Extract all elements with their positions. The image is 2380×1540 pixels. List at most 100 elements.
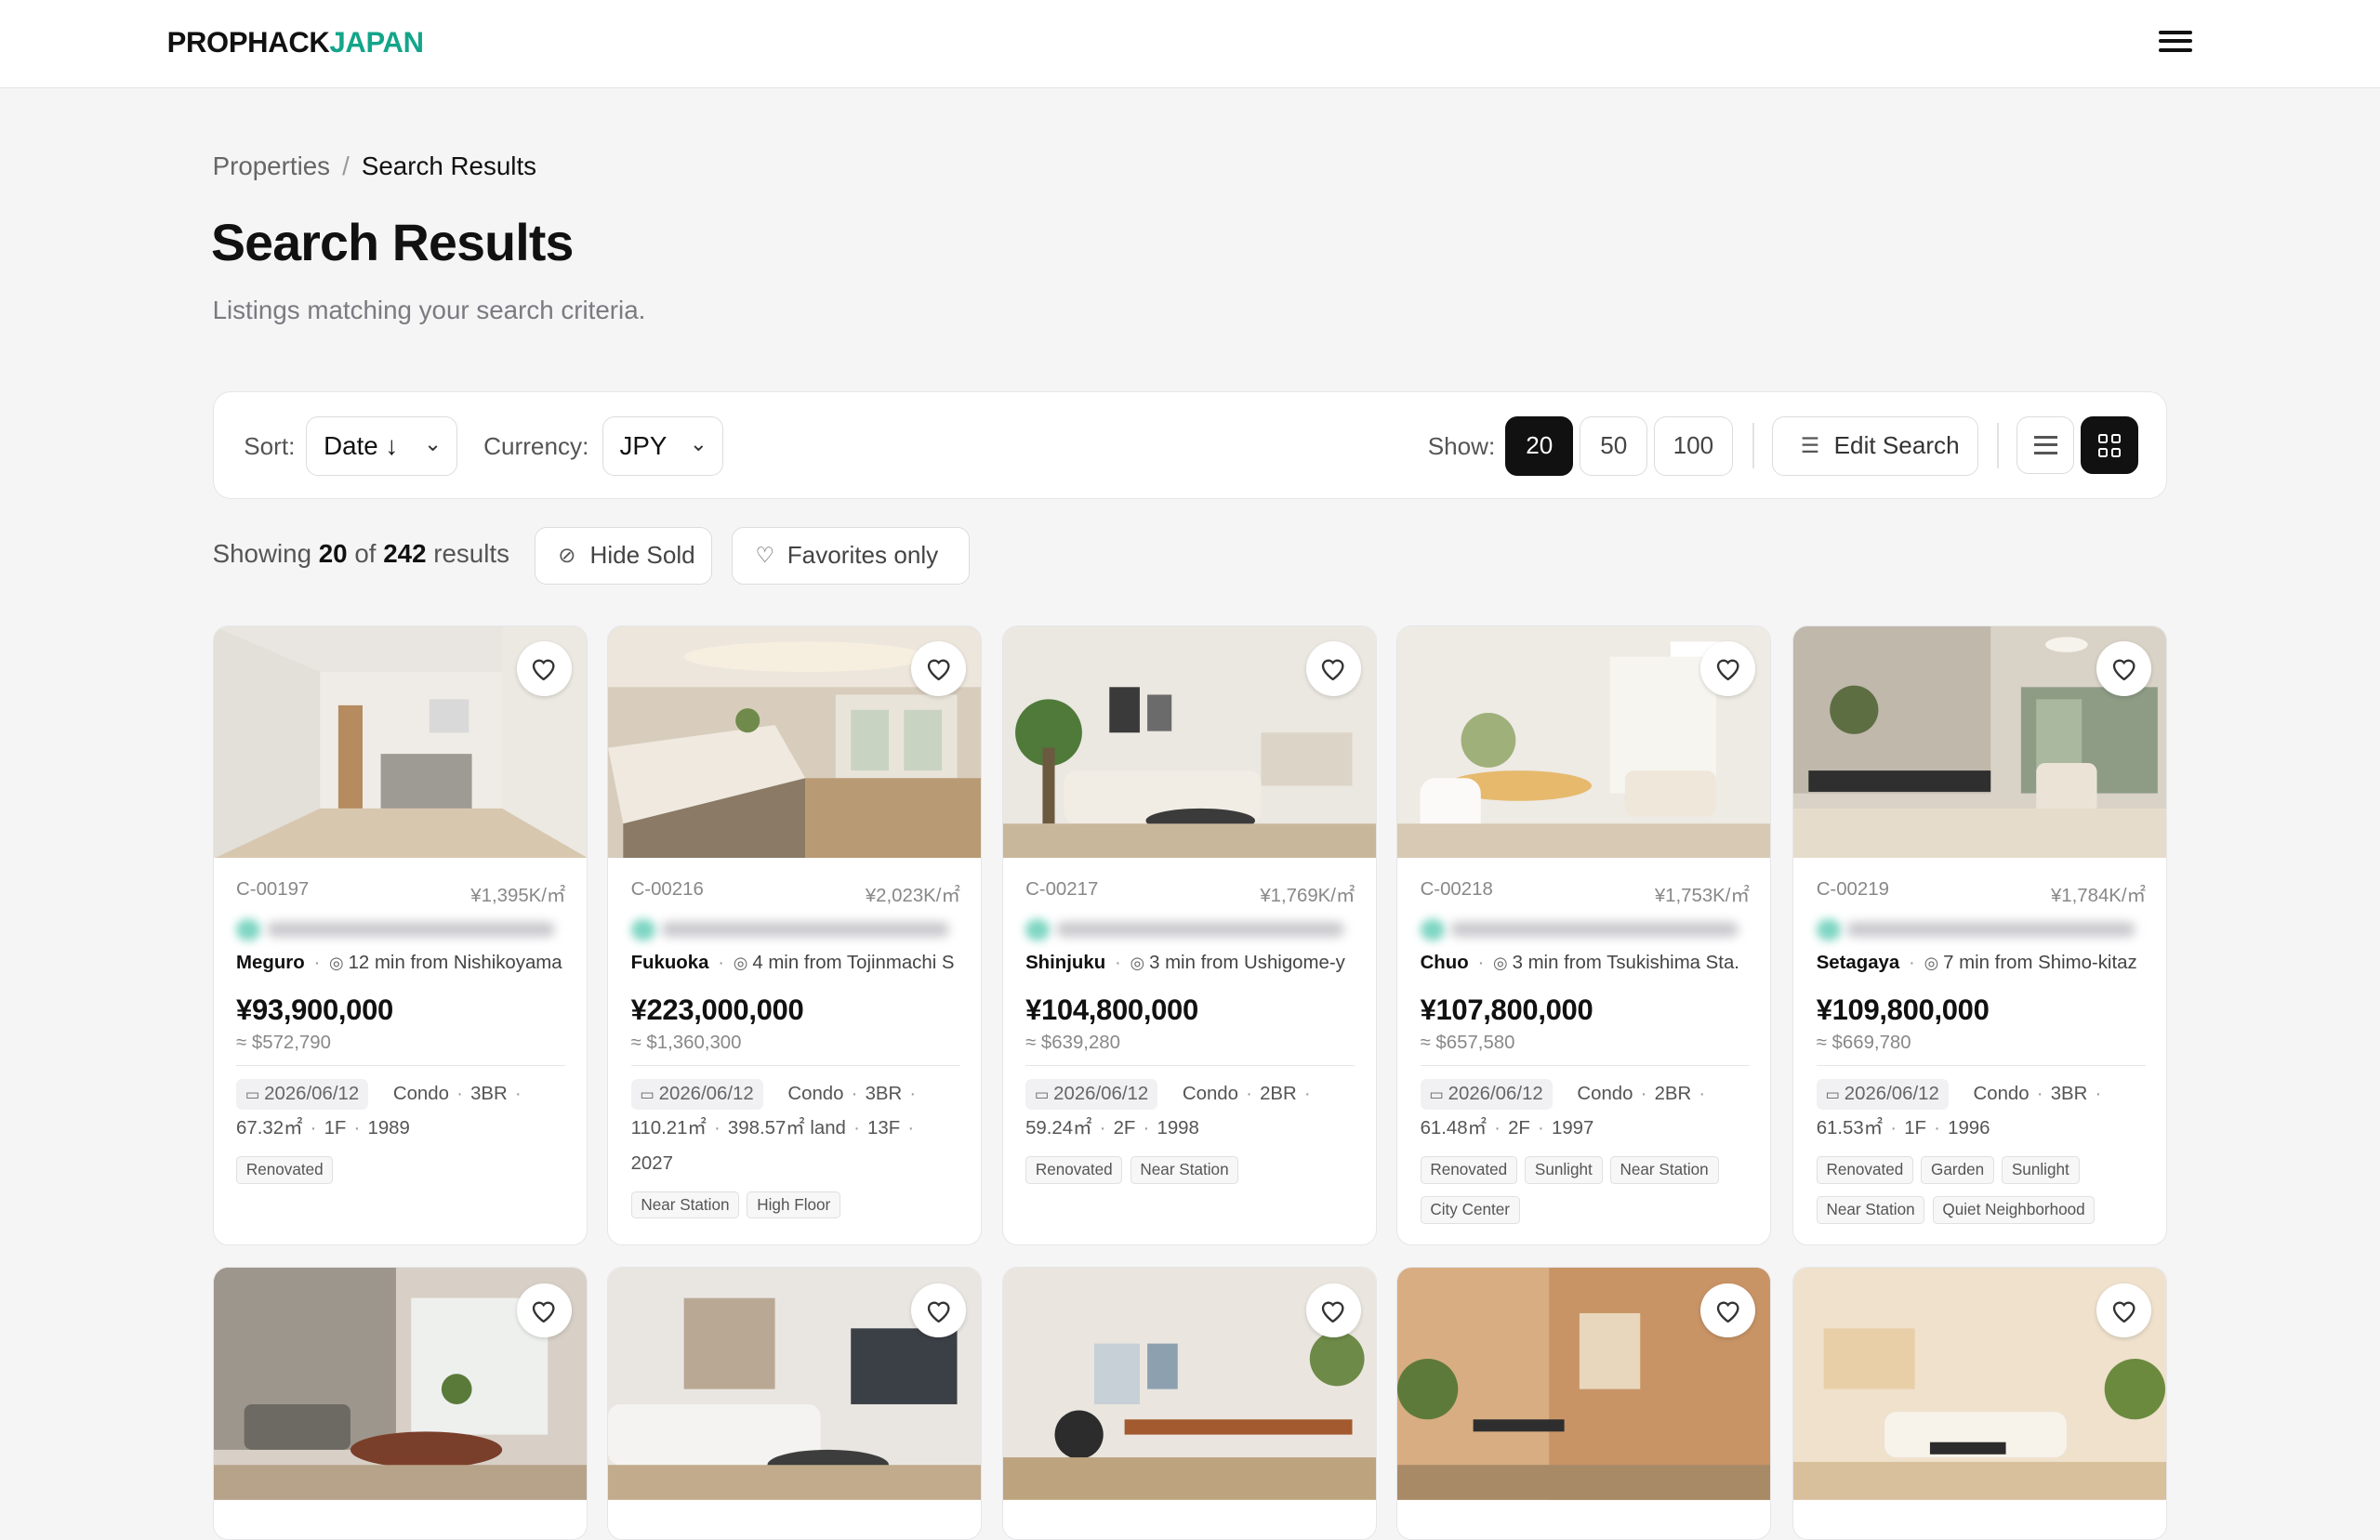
listing-title-blurred <box>236 915 565 942</box>
favorite-heart-icon[interactable] <box>2096 1283 2152 1338</box>
grid-view-button[interactable] <box>2080 416 2138 475</box>
listing-title-blurred <box>630 915 960 942</box>
show-50-button[interactable]: 50 <box>1579 416 1648 477</box>
listing-photo <box>1397 625 1771 859</box>
sort-label: Sort: <box>244 431 296 460</box>
listing-type: Condo <box>1182 1083 1238 1104</box>
calendar-icon: ▭ <box>1034 1086 1050 1103</box>
listing-size: 59.24㎡ <box>1025 1118 1092 1139</box>
listing-card[interactable] <box>1792 1267 2168 1540</box>
location-pin-icon: ◎ <box>329 953 344 972</box>
listing-card[interactable]: C-00216 ¥2,023K/㎡ Fukuoka · ◎ 4 min from Toj… <box>607 625 983 1246</box>
listing-access: 3 min from Ushigome-y <box>1149 952 1345 973</box>
listing-area: Setagaya <box>1816 952 1900 973</box>
results-count: Showing 20 of 242 results <box>213 539 509 569</box>
listing-tag: Near Station <box>1609 1156 1719 1184</box>
breadcrumb-link-properties[interactable]: Properties <box>213 151 330 180</box>
listing-title-blurred <box>1420 915 1750 942</box>
brand-logo[interactable]: PROPHACKJAPAN <box>167 26 424 59</box>
favorite-heart-icon[interactable] <box>516 640 572 696</box>
location-pin-icon: ◎ <box>1924 953 1939 972</box>
favorite-heart-icon[interactable] <box>2096 640 2152 696</box>
listing-body: C-00216 ¥2,023K/㎡ Fukuoka · ◎ 4 min from Toj… <box>630 879 960 1228</box>
favorite-heart-icon[interactable] <box>1700 640 1756 696</box>
grid-icon <box>2097 434 2122 458</box>
listing-date: 2026/06/12 <box>264 1083 360 1104</box>
results-of: of <box>354 538 377 568</box>
listing-access: 7 min from Shimo-kitaz <box>1943 952 2137 973</box>
listing-date: 2026/06/12 <box>658 1083 754 1104</box>
favorite-heart-icon[interactable] <box>911 640 967 696</box>
favorite-heart-icon[interactable] <box>1305 1283 1361 1338</box>
listing-date: 2026/06/12 <box>1844 1083 1939 1104</box>
listing-rooms: 3BR <box>2050 1083 2088 1104</box>
listing-floor: 1F <box>324 1118 347 1139</box>
listing-card[interactable]: C-00218 ¥1,753K/㎡ Chuo · ◎ 3 min from Tsukis… <box>1396 625 1772 1246</box>
hamburger-menu-icon[interactable] <box>2155 26 2194 62</box>
edit-search-button[interactable]: ☰ Edit Search <box>1772 416 1979 477</box>
listing-tag: High Floor <box>747 1191 841 1219</box>
listing-title-blurred <box>1025 915 1355 942</box>
listing-card[interactable]: C-00197 ¥1,395K/㎡ Meguro · ◎ 12 min from Nis… <box>212 625 588 1246</box>
sort-select[interactable]: Date ↓ ⌄ <box>306 416 458 477</box>
listing-code: C-00197 <box>236 879 310 901</box>
favorite-heart-icon[interactable] <box>1305 640 1361 696</box>
listing-date: 2026/06/12 <box>1448 1083 1543 1104</box>
favorite-heart-icon[interactable] <box>516 1283 572 1338</box>
favorite-heart-icon[interactable] <box>911 1283 967 1338</box>
results-shown-count: 20 <box>318 538 348 568</box>
listing-body: C-00218 ¥1,753K/㎡ Chuo · ◎ 3 min from Tsukis… <box>1420 879 1750 1232</box>
listing-card[interactable]: C-00217 ¥1,769K/㎡ Shinjuku · ◎ 3 min from Us… <box>1001 625 1377 1246</box>
show-label: Show: <box>1427 431 1496 460</box>
listing-access: 3 min from Tsukishima Sta. <box>1512 952 1739 973</box>
listing-tag: Near Station <box>1130 1156 1239 1184</box>
listing-meta: ▭ 2026/06/12 Condo · 3BR · 61.53㎡ · 1F · 1996 <box>1816 1077 2146 1147</box>
show-20-button[interactable]: 20 <box>1504 416 1574 477</box>
favorite-heart-icon[interactable] <box>1700 1283 1756 1338</box>
breadcrumb-current: Search Results <box>361 151 537 181</box>
page-title: Search Results <box>210 213 574 271</box>
listing-type: Condo <box>1973 1083 2030 1104</box>
brand-part-2: JAPAN <box>329 25 424 59</box>
listing-price: ¥104,800,000 <box>1025 993 1198 1026</box>
listing-tag: Near Station <box>630 1191 740 1219</box>
currency-select[interactable]: JPY ⌄ <box>602 416 724 477</box>
listing-access: 4 min from Tojinmachi S <box>752 952 955 973</box>
listing-price: ¥223,000,000 <box>630 993 804 1026</box>
calendar-icon: ▭ <box>245 1086 260 1103</box>
listing-card[interactable] <box>1001 1267 1377 1540</box>
show-100-button[interactable]: 100 <box>1653 416 1733 477</box>
listing-area: Fukuoka <box>630 952 709 973</box>
listing-card[interactable] <box>212 1267 588 1540</box>
listing-meta: ▭ 2026/06/12 Condo · 3BR · 110.21㎡ · 398.57㎡ l… <box>630 1077 960 1182</box>
listing-photo <box>213 1268 587 1501</box>
listing-tag: Quiet Neighborhood <box>1932 1196 2096 1224</box>
location-pin-icon: ◎ <box>1493 953 1508 972</box>
divider <box>1996 422 1999 468</box>
favorites-only-button[interactable]: ♡ Favorites only <box>731 526 971 585</box>
heart-icon: ♡ <box>755 542 774 567</box>
listing-code: C-00217 <box>1025 879 1099 901</box>
listing-card[interactable]: C-00219 ¥1,784K/㎡ Setagaya · ◎ 7 min from Sh… <box>1792 625 2168 1246</box>
results-total-count: 242 <box>383 538 427 568</box>
listing-card[interactable] <box>1396 1267 1772 1540</box>
calendar-icon: ▭ <box>1429 1086 1444 1103</box>
listing-price: ¥109,800,000 <box>1816 993 1990 1026</box>
listing-size: 61.48㎡ <box>1420 1118 1487 1139</box>
list-view-button[interactable] <box>2016 416 2075 475</box>
chevron-down-icon: ⌄ <box>689 431 707 456</box>
results-suffix: results <box>433 538 509 568</box>
listing-card[interactable] <box>607 1267 983 1540</box>
listing-tag: Renovated <box>1816 1156 1914 1184</box>
listing-photo <box>213 625 587 859</box>
page-subtitle: Listings matching your search criteria. <box>212 296 646 325</box>
hide-sold-button[interactable]: ⊘ Hide Sold <box>534 526 712 585</box>
results-toolbar: Sort: Date ↓ ⌄ Currency: JPY ⌄ Show: 20 … <box>212 391 2168 500</box>
sliders-icon: ☰ <box>1800 433 1820 458</box>
listing-type: Condo <box>1577 1083 1633 1104</box>
listing-rooms: 3BR <box>470 1083 508 1104</box>
listing-rooms: 2BR <box>1260 1083 1297 1104</box>
listing-year: 1996 <box>1948 1118 1990 1139</box>
listing-photo <box>1793 1268 2167 1501</box>
listing-body: C-00197 ¥1,395K/㎡ Meguro · ◎ 12 min from Nis… <box>236 879 566 1192</box>
